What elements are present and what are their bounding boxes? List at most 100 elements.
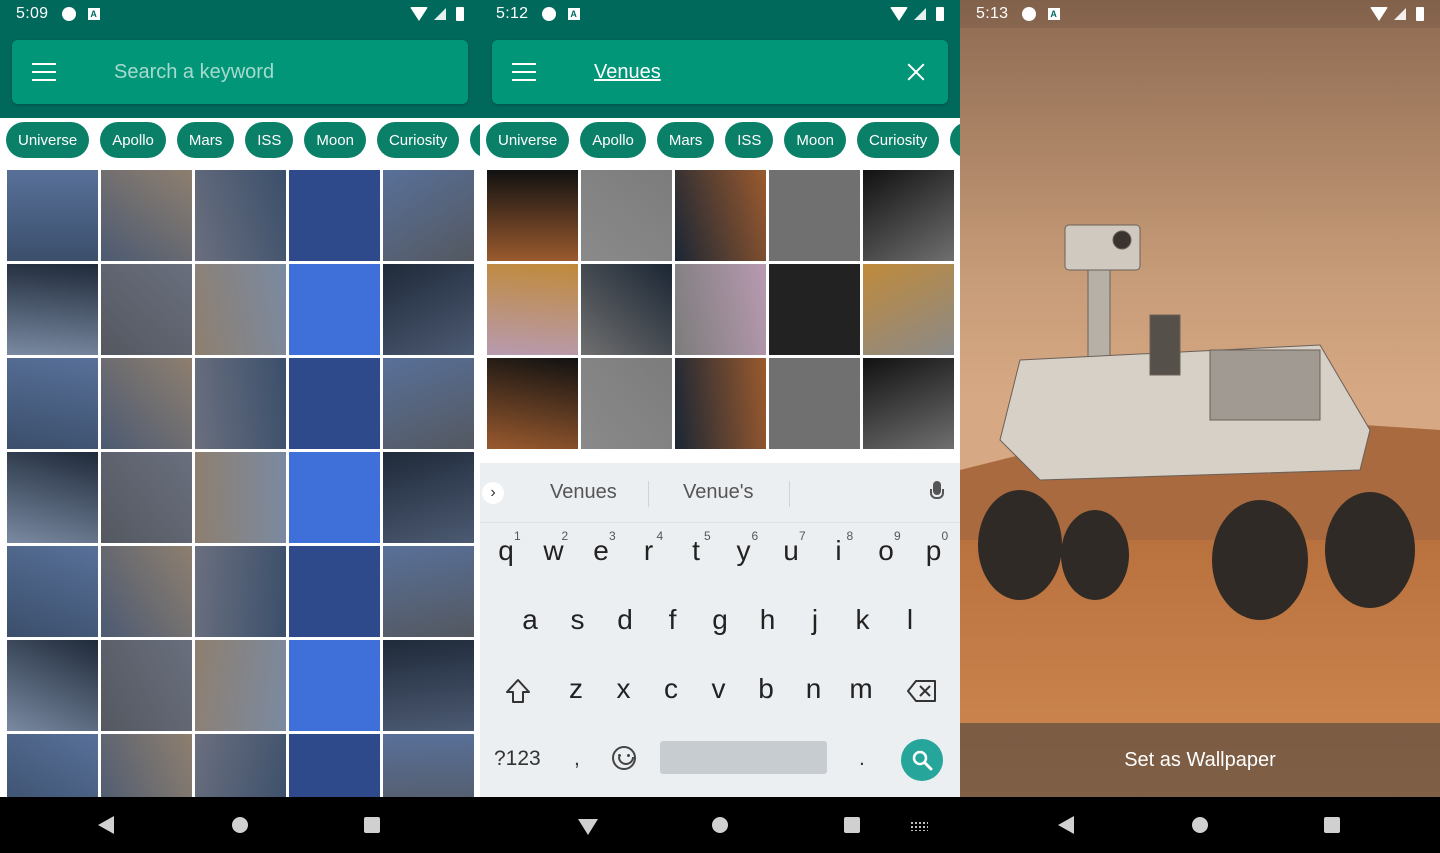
backspace-icon[interactable] bbox=[906, 679, 938, 703]
thumbnail-starfield-diagram[interactable] bbox=[383, 452, 474, 543]
thumbnail-speaker-stage[interactable] bbox=[383, 640, 474, 731]
key-k[interactable]: k bbox=[841, 604, 885, 636]
search-bar[interactable]: Search a keyword bbox=[12, 40, 468, 104]
microphone-icon[interactable] bbox=[930, 481, 944, 505]
key-q[interactable]: q bbox=[484, 535, 528, 567]
home-icon[interactable] bbox=[232, 817, 248, 833]
hamburger-menu-icon[interactable] bbox=[512, 63, 536, 81]
key-v[interactable]: v bbox=[697, 673, 741, 705]
thumbnail-lecture-room[interactable] bbox=[7, 358, 98, 449]
chip-iss[interactable]: ISS bbox=[725, 122, 774, 158]
clear-search-icon[interactable] bbox=[906, 62, 926, 82]
recents-icon[interactable] bbox=[1324, 817, 1340, 833]
thumbnail-deep-field-stars[interactable] bbox=[195, 640, 286, 731]
thumbnail-audience-photo[interactable] bbox=[101, 170, 192, 261]
key-l[interactable]: l bbox=[888, 604, 932, 636]
thumbnail-seminar-room[interactable] bbox=[289, 358, 380, 449]
comma-key[interactable]: , bbox=[574, 747, 580, 771]
emoji-icon[interactable] bbox=[612, 746, 636, 770]
thumbnail-wmap-chart[interactable] bbox=[383, 546, 474, 637]
thumbnail-asteroid-poster[interactable] bbox=[289, 734, 380, 797]
suggestion-2[interactable]: Venue's bbox=[683, 481, 754, 504]
thumbnail-radar-mosaic-2[interactable] bbox=[769, 358, 860, 449]
thumbnail-meeting-guests[interactable] bbox=[195, 734, 286, 797]
suggestion-1[interactable]: Venues bbox=[550, 481, 617, 504]
home-icon[interactable] bbox=[1192, 817, 1208, 833]
chip-apollo[interactable]: Apollo bbox=[100, 122, 166, 158]
thumbnail-spacecraft-render[interactable] bbox=[101, 640, 192, 731]
chip-universe[interactable]: Universe bbox=[486, 122, 570, 158]
thumbnail-new-horizons-talk[interactable] bbox=[7, 734, 98, 797]
thumbnail-astronaut-presenting[interactable] bbox=[289, 170, 380, 261]
thumbnail-planet-limb[interactable] bbox=[863, 170, 954, 261]
key-o[interactable]: o bbox=[864, 535, 908, 567]
chip-moon[interactable]: Moon bbox=[784, 122, 846, 158]
key-g[interactable]: g bbox=[698, 604, 742, 636]
thumbnail-astronaut-portrait[interactable] bbox=[195, 170, 286, 261]
chip-mars[interactable]: Mars bbox=[176, 122, 235, 158]
key-p[interactable]: p bbox=[912, 535, 956, 567]
thumbnail-radar-strip-bright[interactable] bbox=[675, 358, 766, 449]
home-icon[interactable] bbox=[712, 817, 728, 833]
search-input[interactable]: Search a keyword bbox=[114, 61, 274, 84]
key-a[interactable]: a bbox=[508, 604, 552, 636]
key-y[interactable]: y bbox=[722, 535, 766, 567]
chip-curiosity[interactable]: Curiosity bbox=[376, 122, 460, 158]
chip-venus[interactable]: Venus bbox=[470, 122, 480, 158]
thumbnail-radar-mosaic[interactable] bbox=[769, 170, 860, 261]
search-bar[interactable]: Venues bbox=[492, 40, 948, 104]
thumbnail-stage-audience[interactable] bbox=[383, 734, 474, 797]
key-s[interactable]: s bbox=[556, 604, 600, 636]
thumbnail-venus-phases-3[interactable] bbox=[863, 358, 954, 449]
key-d[interactable]: d bbox=[603, 604, 647, 636]
thumbnail-telescope-render[interactable] bbox=[289, 452, 380, 543]
thumbnail-radar-strips[interactable] bbox=[581, 170, 672, 261]
recents-icon[interactable] bbox=[844, 817, 860, 833]
key-r[interactable]: r bbox=[627, 535, 671, 567]
period-key[interactable]: . bbox=[859, 747, 865, 771]
thumbnail-astronaut-at-event[interactable] bbox=[195, 264, 286, 355]
chevron-right-icon[interactable]: › bbox=[482, 481, 504, 504]
chip-universe[interactable]: Universe bbox=[6, 122, 90, 158]
thumbnail-speaker-podium[interactable] bbox=[101, 546, 192, 637]
thumbnail-venus-crescent[interactable] bbox=[487, 264, 578, 355]
key-f[interactable]: f bbox=[651, 604, 695, 636]
chip-curiosity[interactable]: Curiosity bbox=[856, 122, 940, 158]
shift-icon[interactable] bbox=[504, 677, 532, 705]
key-e[interactable]: e bbox=[579, 535, 623, 567]
recents-icon[interactable] bbox=[364, 817, 380, 833]
search-input[interactable]: Venues bbox=[594, 61, 661, 84]
key-b[interactable]: b bbox=[744, 673, 788, 705]
set-wallpaper-button[interactable]: Set as Wallpaper bbox=[960, 723, 1440, 797]
thumbnail-pie-chart-thumbnail[interactable] bbox=[7, 170, 98, 261]
thumbnail-blue-sky-map[interactable] bbox=[383, 358, 474, 449]
thumbnail-classroom-photo[interactable] bbox=[101, 264, 192, 355]
thumbnail-blue-sky-map-2[interactable] bbox=[7, 640, 98, 731]
thumbnail-rocket-launch[interactable] bbox=[383, 170, 474, 261]
key-t[interactable]: t bbox=[674, 535, 718, 567]
thumbnail-spectrum-chart[interactable] bbox=[289, 640, 380, 731]
thumbnail-venus-phases-2[interactable] bbox=[487, 358, 578, 449]
key-i[interactable]: i bbox=[817, 535, 861, 567]
back-icon[interactable] bbox=[1058, 816, 1074, 834]
chip-apollo[interactable]: Apollo bbox=[580, 122, 646, 158]
space-key[interactable] bbox=[660, 741, 827, 774]
thumbnail-telescope-silhouette[interactable] bbox=[675, 170, 766, 261]
chip-iss[interactable]: ISS bbox=[245, 122, 294, 158]
thumbnail-seated-audience[interactable] bbox=[101, 358, 192, 449]
key-j[interactable]: j bbox=[793, 604, 837, 636]
thumbnail-presentation-slide[interactable] bbox=[383, 264, 474, 355]
thumbnail-venus-phases[interactable] bbox=[769, 264, 860, 355]
key-c[interactable]: c bbox=[649, 673, 693, 705]
back-icon[interactable] bbox=[98, 816, 114, 834]
thumbnail-venus-volcano-radar[interactable] bbox=[675, 264, 766, 355]
symbols-key[interactable]: ?123 bbox=[494, 747, 541, 771]
thumbnail-venus-surface-orange[interactable] bbox=[487, 170, 578, 261]
key-z[interactable]: z bbox=[554, 673, 598, 705]
thumbnail-radar-plains[interactable] bbox=[581, 358, 672, 449]
thumbnail-lab-group[interactable] bbox=[289, 546, 380, 637]
hamburger-menu-icon[interactable] bbox=[32, 63, 56, 81]
chip-mars[interactable]: Mars bbox=[656, 122, 715, 158]
keyboard-search-button[interactable] bbox=[901, 739, 943, 781]
key-w[interactable]: w bbox=[532, 535, 576, 567]
